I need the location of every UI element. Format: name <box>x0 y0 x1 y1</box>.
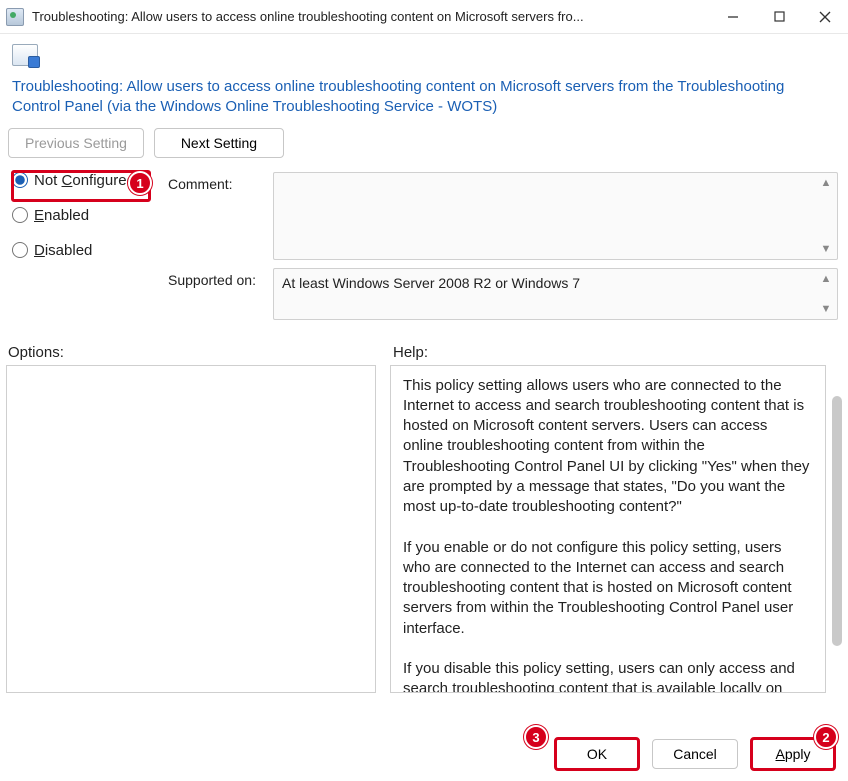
comment-label: Comment: <box>168 172 273 192</box>
state-disabled-radio[interactable] <box>12 242 28 258</box>
policy-title: Troubleshooting: Allow users to access o… <box>0 75 848 128</box>
window-title: Troubleshooting: Allow users to access o… <box>32 9 584 24</box>
options-label: Options: <box>8 344 64 361</box>
supported-on-label: Supported on: <box>168 268 273 288</box>
ok-button[interactable]: OK <box>554 737 640 771</box>
state-enabled-radio[interactable] <box>12 207 28 223</box>
comment-field[interactable]: ▲ ▼ <box>273 172 838 260</box>
next-setting-button[interactable]: Next Setting <box>154 128 284 158</box>
close-icon <box>819 11 831 23</box>
options-pane <box>6 365 376 693</box>
annotation-badge-1: 1 <box>128 171 152 195</box>
scroll-up-icon[interactable]: ▲ <box>819 272 833 286</box>
supported-on-field: At least Windows Server 2008 R2 or Windo… <box>273 268 838 320</box>
vertical-scrollbar[interactable] <box>832 396 842 646</box>
previous-setting-button[interactable]: Previous Setting <box>8 128 144 158</box>
scroll-down-icon[interactable]: ▼ <box>819 242 833 256</box>
minimize-button[interactable] <box>710 0 756 33</box>
close-button[interactable] <box>802 0 848 33</box>
state-not-configured-label: Not Configured <box>34 172 135 189</box>
scroll-down-icon[interactable]: ▼ <box>819 302 833 316</box>
state-disabled[interactable]: Disabled <box>8 240 158 261</box>
app-icon <box>6 8 24 26</box>
help-text: This policy setting allows users who are… <box>391 366 825 692</box>
maximize-icon <box>774 11 785 22</box>
state-enabled-label: Enabled <box>34 207 89 224</box>
apply-accelerator: A <box>775 746 784 762</box>
state-not-configured-radio[interactable] <box>12 172 28 188</box>
maximize-button[interactable] <box>756 0 802 33</box>
annotation-badge-3: 3 <box>524 725 548 749</box>
help-pane: This policy setting allows users who are… <box>390 365 826 693</box>
state-enabled[interactable]: Enabled <box>8 205 158 226</box>
comment-value <box>274 173 837 185</box>
minimize-icon <box>727 11 739 23</box>
annotation-badge-2: 2 <box>814 725 838 749</box>
scroll-up-icon[interactable]: ▲ <box>819 176 833 190</box>
help-label: Help: <box>393 344 428 361</box>
state-disabled-label: Disabled <box>34 242 92 259</box>
policy-icon <box>12 44 38 66</box>
window-titlebar: Troubleshooting: Allow users to access o… <box>0 0 848 34</box>
cancel-button[interactable]: Cancel <box>652 739 738 769</box>
apply-rest: pply <box>785 746 811 762</box>
supported-on-value: At least Windows Server 2008 R2 or Windo… <box>274 269 837 297</box>
